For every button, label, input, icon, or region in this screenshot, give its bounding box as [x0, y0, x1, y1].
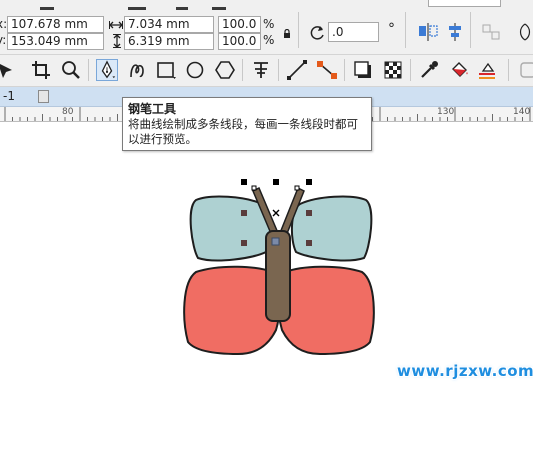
toolbox: [0, 55, 533, 87]
crop-icon: [32, 61, 50, 79]
tool-text[interactable]: [250, 59, 272, 81]
tool-fill[interactable]: [448, 59, 470, 81]
drop-shadow-icon: [354, 61, 371, 78]
tool-transparency[interactable]: [382, 59, 404, 81]
tool-polygon[interactable]: [214, 59, 236, 81]
align-distribute-icon[interactable]: [446, 23, 464, 44]
separator: [88, 59, 89, 81]
lock-icon[interactable]: [283, 27, 291, 41]
separator: [405, 12, 406, 48]
scale-width-field[interactable]: 100.0: [218, 16, 261, 33]
group-icon[interactable]: [481, 23, 501, 44]
drawing-canvas[interactable]: [0, 122, 533, 462]
tooltip-description-line2: 以进行预览。: [128, 132, 197, 146]
center-marker: [272, 209, 280, 217]
eyedropper-icon: [421, 61, 438, 78]
butterfly-drawing[interactable]: [0, 122, 533, 462]
tool-outline[interactable]: [476, 59, 498, 81]
tool-pen[interactable]: [96, 59, 118, 81]
rotate-icon: [308, 24, 326, 45]
tool-more[interactable]: [518, 59, 533, 81]
y-label: y:: [0, 33, 7, 47]
separator: [508, 59, 509, 81]
separator: [410, 59, 411, 81]
rotation-field[interactable]: .0: [328, 22, 379, 42]
tooltip-description-line1: 将曲线绘制成多条线段，每画一条线段时都可: [128, 117, 358, 131]
width-field[interactable]: 7.034 mm: [124, 16, 214, 33]
tool-connector[interactable]: [316, 59, 338, 81]
transparency-icon: [384, 61, 402, 79]
page-indicator[interactable]: -1: [3, 89, 15, 103]
selection-handles[interactable]: [241, 179, 312, 185]
curve-tool-icon[interactable]: [517, 22, 533, 45]
upper-left-wing[interactable]: [189, 195, 272, 262]
height-field[interactable]: 6.319 mm: [124, 33, 214, 50]
degree-label: °: [388, 21, 395, 37]
tool-rectangle[interactable]: [155, 59, 177, 81]
top-icon-strip: [40, 0, 280, 10]
rectangle-icon: [157, 62, 176, 79]
separator: [278, 59, 279, 81]
width-icon: [109, 19, 123, 33]
scale-height-field[interactable]: 100.0: [218, 33, 261, 50]
tool-drop-shadow[interactable]: [352, 59, 374, 81]
percent-label-h: %: [263, 33, 275, 47]
tool-eyedropper[interactable]: [418, 59, 440, 81]
upper-right-wing[interactable]: [290, 195, 373, 262]
antenna-node[interactable]: [251, 185, 257, 191]
separator: [298, 12, 299, 48]
pen-icon: [101, 60, 116, 79]
property-bar: x: y: 107.678 mm 153.049 mm 7.034 mm 6.3…: [0, 0, 533, 55]
tool-pick-partial[interactable]: [0, 59, 16, 81]
outline-icon: [479, 62, 495, 79]
text-icon: [254, 62, 268, 78]
separator: [344, 59, 345, 81]
tool-dimension[interactable]: [286, 59, 308, 81]
ellipse-icon: [186, 61, 204, 79]
antenna-node[interactable]: [294, 185, 300, 191]
tool-zoom[interactable]: [60, 59, 82, 81]
ruler-tick-label: 140: [513, 107, 531, 117]
tool-freehand[interactable]: [126, 59, 148, 81]
x-position-field[interactable]: 107.678 mm: [7, 16, 104, 33]
freehand-icon: [130, 64, 144, 78]
mirror-horizontal-icon[interactable]: [418, 23, 438, 44]
y-position-field[interactable]: 153.049 mm: [7, 33, 104, 50]
watermark: www.rjzxw.com: [397, 362, 533, 380]
pen-tool-tooltip: 钢笔工具 将曲线绘制成多条线段，每画一条线段时都可 以进行预览。: [122, 97, 372, 151]
tool-crop[interactable]: [30, 59, 52, 81]
lower-right-wing[interactable]: [277, 265, 375, 356]
dimension-icon: [287, 60, 307, 80]
height-icon: [112, 34, 122, 51]
connector-icon: [317, 61, 337, 79]
tooltip-title: 钢笔工具: [128, 102, 177, 116]
tool-ellipse[interactable]: [185, 59, 207, 81]
center-node[interactable]: [271, 237, 280, 246]
fill-icon: [452, 62, 468, 77]
page-icon[interactable]: [38, 90, 49, 103]
top-right-field[interactable]: [428, 0, 501, 7]
separator: [470, 12, 471, 48]
percent-label-w: %: [263, 17, 275, 31]
polygon-icon: [215, 61, 235, 79]
separator: [242, 59, 243, 81]
zoom-icon: [62, 61, 80, 79]
ruler-tick-label: 130: [437, 107, 455, 117]
ruler-tick-label: 80: [62, 107, 74, 117]
